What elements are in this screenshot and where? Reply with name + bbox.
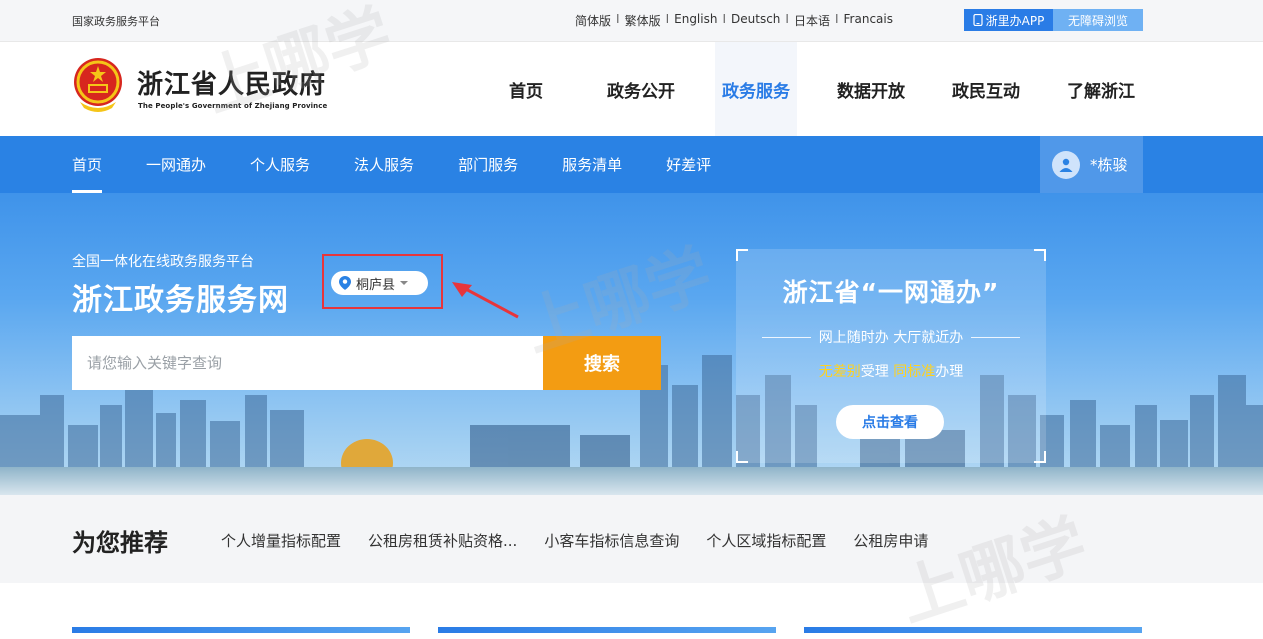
service-card[interactable] (438, 627, 776, 633)
lang-separator: I (722, 12, 727, 26)
lake-water (0, 467, 1263, 495)
app-download-button[interactable]: 浙里办APP (964, 9, 1053, 31)
service-card[interactable] (804, 627, 1142, 633)
chevron-down-icon (400, 281, 409, 285)
location-pin-icon (339, 276, 351, 290)
language-switcher: 简体版 I 繁体版 I English I Deutsch I 日本语 I Fr… (575, 12, 893, 29)
lang-traditional[interactable]: 繁体版 (625, 12, 661, 29)
main-nav-government-services[interactable]: 政务服务 (715, 42, 797, 136)
lang-japanese[interactable]: 日本语 (794, 12, 830, 29)
subnav-department-services[interactable]: 部门服务 (458, 136, 518, 193)
mobile-phone-icon (973, 14, 983, 26)
panel-corner (736, 249, 748, 261)
tagline-highlight: 同标准 (893, 364, 936, 380)
lang-separator: I (785, 12, 789, 26)
top-utility-bar: 国家政务服务平台 简体版 I 繁体版 I English I Deutsch I… (0, 0, 1263, 42)
lang-french[interactable]: Francais (844, 12, 893, 29)
site-subtitle: The People's Government of Zhejiang Prov… (138, 102, 328, 110)
national-emblem-icon[interactable] (72, 56, 124, 114)
search-button[interactable]: 搜索 (543, 336, 661, 390)
user-name: *栋骏 (1090, 156, 1128, 174)
lang-english[interactable]: English (674, 12, 717, 29)
lang-german[interactable]: Deutsch (731, 12, 780, 29)
lang-separator: I (834, 12, 839, 26)
lang-simplified[interactable]: 简体版 (575, 12, 611, 29)
recommendation-item[interactable]: 个人区域指标配置 (706, 530, 826, 551)
recommendation-bar: 为您推荐 个人增量指标配置 公租房租赁补贴资格... 小客车指标信息查询 个人区… (0, 495, 1263, 583)
panel-corner (1034, 249, 1046, 261)
main-nav: 首页 政务公开 政务服务 数据开放 政民互动 了解浙江 (485, 42, 1175, 136)
recommendation-item[interactable]: 公租房申请 (853, 530, 928, 551)
recommendation-list: 个人增量指标配置 公租房租赁补贴资格... 小客车指标信息查询 个人区域指标配置… (221, 530, 955, 551)
subnav-service-list[interactable]: 服务清单 (562, 136, 622, 193)
slogan-dash (762, 336, 811, 338)
location-selector[interactable]: 桐庐县 (331, 271, 428, 295)
tagline-text: 受理 (860, 364, 894, 380)
service-card[interactable] (72, 627, 410, 633)
panel-corner (736, 451, 748, 463)
promo-slogan-text: 网上随时办 大厅就近办 (818, 330, 964, 346)
tagline-highlight: 无差别 (818, 364, 861, 380)
site-title[interactable]: 浙江省人民政府 (137, 64, 326, 101)
subnav-links: 首页 一网通办 个人服务 法人服务 部门服务 服务清单 好差评 (72, 136, 755, 193)
one-stop-promo-panel: 浙江省“一网通办” 网上随时办 大厅就近办 无差别受理 同标准办理 点击查看 (736, 249, 1046, 463)
subnav-home[interactable]: 首页 (72, 136, 103, 193)
hero-title: 浙江政务服务网 (72, 283, 289, 318)
site-header: 浙江省人民政府 The People's Government of Zheji… (0, 42, 1263, 136)
subnav-one-stop[interactable]: 一网通办 (146, 136, 206, 193)
main-nav-about-zhejiang[interactable]: 了解浙江 (1060, 42, 1142, 136)
recommendation-title: 为您推荐 (72, 529, 168, 557)
main-nav-home[interactable]: 首页 (485, 42, 567, 136)
tagline-text: 办理 (935, 364, 964, 380)
recommendation-item[interactable]: 个人增量指标配置 (221, 530, 341, 551)
subnav-personal-services[interactable]: 个人服务 (250, 136, 310, 193)
recommendation-item[interactable]: 小客车指标信息查询 (544, 530, 679, 551)
main-nav-interaction[interactable]: 政民互动 (945, 42, 1027, 136)
service-cards-strip (0, 583, 1263, 633)
lang-separator: I (616, 12, 620, 26)
search-input[interactable] (72, 336, 544, 390)
app-download-label: 浙里办APP (985, 13, 1045, 28)
lang-separator: I (665, 12, 670, 26)
subnav-corporate-services[interactable]: 法人服务 (354, 136, 414, 193)
hero-banner: 全国一体化在线政务服务平台 浙江政务服务网 桐庐县 搜索 浙江省“一网通办” 网… (0, 193, 1263, 495)
user-icon (1059, 158, 1073, 172)
subnav-evaluation[interactable]: 好差评 (666, 136, 711, 193)
promo-slogan: 网上随时办 大厅就近办 (762, 327, 1021, 347)
user-account-button[interactable]: *栋骏 (1040, 136, 1143, 193)
avatar (1052, 150, 1080, 179)
location-name: 桐庐县 (356, 277, 396, 293)
accessibility-button[interactable]: 无障碍浏览 (1053, 9, 1143, 31)
view-details-button[interactable]: 点击查看 (836, 405, 944, 439)
platform-subtitle: 全国一体化在线政务服务平台 (72, 254, 254, 270)
panel-corner (1034, 451, 1046, 463)
promo-tagline: 无差别受理 同标准办理 (736, 361, 1046, 381)
annotation-arrow-icon (452, 282, 519, 319)
slogan-dash (971, 336, 1021, 338)
promo-title: 浙江省“一网通办” (782, 278, 1000, 307)
main-nav-open-data[interactable]: 数据开放 (830, 42, 912, 136)
recommendation-item[interactable]: 公租房租赁补贴资格... (368, 530, 517, 551)
main-nav-open-government[interactable]: 政务公开 (600, 42, 682, 136)
national-platform-link[interactable]: 国家政务服务平台 (72, 13, 160, 29)
